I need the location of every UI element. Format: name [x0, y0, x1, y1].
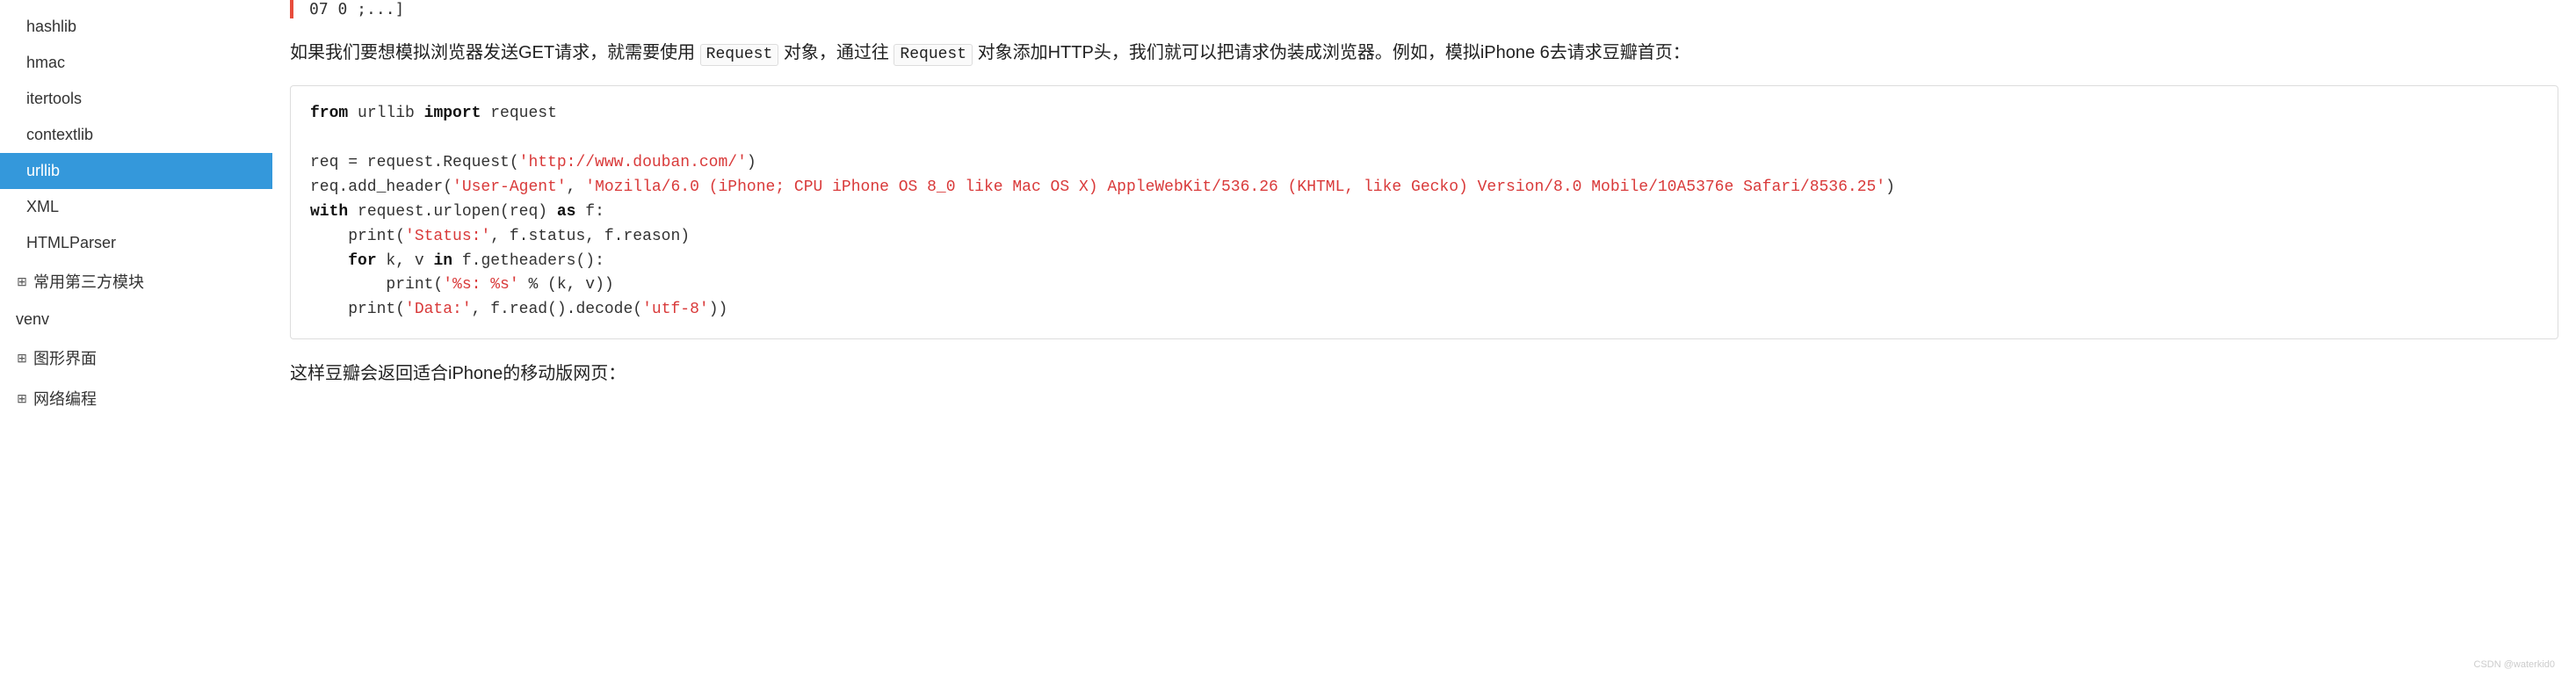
code-text: ) — [747, 154, 756, 171]
code-string: 'http://www.douban.com/' — [519, 154, 747, 171]
code-keyword: in — [433, 252, 452, 270]
code-text: print( — [310, 228, 405, 245]
code-keyword: for — [348, 252, 376, 270]
code-text: , f.status, f.reason) — [490, 228, 690, 245]
sidebar-item-hmac[interactable]: hmac — [0, 45, 272, 81]
sidebar: hashlib hmac itertools contextlib urllib… — [0, 0, 272, 691]
paragraph-1: 如果我们要想模拟浏览器发送GET请求，就需要使用 Request 对象，通过往 … — [290, 36, 2558, 69]
code-string: 'Mozilla/6.0 (iPhone; CPU iPhone OS 8_0 … — [585, 178, 1885, 196]
code-fragment-top: 07 0 ;...] — [290, 0, 2558, 18]
code-string: 'User-Agent' — [452, 178, 567, 196]
watermark: CSDN @waterkid0 — [2474, 659, 2555, 670]
code-text: k, v — [377, 252, 434, 270]
expand-icon: ⊞ — [16, 391, 28, 406]
code-text: ) — [1885, 178, 1895, 196]
code-keyword: import — [424, 105, 481, 122]
sidebar-section-gui[interactable]: ⊞ 图形界面 — [0, 338, 272, 378]
sidebar-item-itertools[interactable]: itertools — [0, 81, 272, 117]
code-text: f.getheaders(): — [452, 252, 604, 270]
inline-code-request-2: Request — [894, 44, 973, 66]
sidebar-section-network[interactable]: ⊞ 网络编程 — [0, 378, 272, 418]
expand-icon: ⊞ — [16, 351, 28, 366]
main-content: 07 0 ;...] 如果我们要想模拟浏览器发送GET请求，就需要使用 Requ… — [272, 0, 2576, 691]
code-text: )) — [709, 301, 728, 318]
code-keyword: from — [310, 105, 348, 122]
sidebar-item-venv[interactable]: venv — [0, 302, 272, 338]
text: 对象添加HTTP头，我们就可以把请求伪装成浏览器。例如，模拟iPhone 6去请… — [973, 43, 1690, 62]
sidebar-item-urllib[interactable]: urllib — [0, 153, 272, 189]
code-keyword: as — [557, 203, 576, 221]
text: 如果我们要想模拟浏览器发送GET请求，就需要使用 — [290, 43, 700, 62]
paragraph-2: 这样豆瓣会返回适合iPhone的移动版网页： — [290, 357, 2558, 390]
inline-code-request-1: Request — [700, 44, 779, 66]
code-keyword: with — [310, 203, 348, 221]
code-text: req = request.Request( — [310, 154, 519, 171]
code-string: '%s: %s' — [443, 276, 518, 294]
code-text: urllib — [348, 105, 423, 122]
sidebar-item-xml[interactable]: XML — [0, 189, 272, 225]
sidebar-section-thirdparty[interactable]: ⊞ 常用第三方模块 — [0, 261, 272, 302]
code-text: % (k, v)) — [519, 276, 614, 294]
code-block-main: from urllib import request req = request… — [290, 85, 2558, 339]
code-text: req.add_header( — [310, 178, 452, 196]
code-text: , — [567, 178, 586, 196]
sidebar-item-htmlparser[interactable]: HTMLParser — [0, 225, 272, 261]
code-text: f: — [575, 203, 604, 221]
code-text: request — [481, 105, 556, 122]
expand-icon: ⊞ — [16, 274, 28, 289]
sidebar-section-label: 网络编程 — [33, 387, 97, 410]
code-string: 'Data:' — [405, 301, 472, 318]
sidebar-item-hashlib[interactable]: hashlib — [0, 9, 272, 45]
code-text: print( — [310, 276, 443, 294]
code-text: print( — [310, 301, 405, 318]
code-text: request.urlopen(req) — [348, 203, 557, 221]
code-string: 'Status:' — [405, 228, 490, 245]
code-text — [310, 252, 348, 270]
sidebar-section-label: 图形界面 — [33, 346, 97, 369]
sidebar-item-contextlib[interactable]: contextlib — [0, 117, 272, 153]
code-text: , f.read().decode( — [472, 301, 642, 318]
text: 对象，通过往 — [778, 43, 894, 62]
code-string: 'utf-8' — [642, 301, 709, 318]
sidebar-section-label: 常用第三方模块 — [33, 270, 144, 293]
